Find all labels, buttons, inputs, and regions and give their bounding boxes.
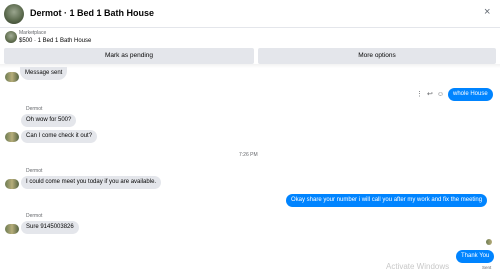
close-icon[interactable]: ×: [484, 6, 490, 18]
listing-summary[interactable]: Marketplace $500 · 1 Bed 1 Bath House: [0, 29, 500, 49]
read-receipt-avatar: [486, 239, 492, 245]
message-bubble-outgoing[interactable]: Thank You: [456, 250, 495, 263]
scroll-shadow: [0, 64, 500, 68]
listing-actions: Mark as pending More options: [0, 48, 500, 64]
more-options-button[interactable]: More options: [258, 48, 496, 64]
sender-avatar[interactable]: [5, 224, 19, 234]
activate-windows-watermark: Activate Windows: [386, 262, 450, 271]
sender-avatar[interactable]: [5, 72, 19, 82]
message-thread[interactable]: Message sent ⋮ ↩ ☺ whole House Dermot Oh w…: [0, 64, 500, 272]
message-bubble-incoming[interactable]: Oh wow for 500?: [21, 114, 77, 127]
mark-as-pending-button[interactable]: Mark as pending: [4, 48, 254, 64]
contact-avatar[interactable]: [4, 4, 24, 24]
message-bubble-incoming[interactable]: Can I come check it out?: [21, 130, 98, 143]
listing-source: Marketplace: [19, 30, 47, 36]
sent-status: Sent: [482, 265, 492, 270]
sender-avatar[interactable]: [5, 179, 19, 189]
message-timestamp: 7:26 PM: [239, 152, 258, 158]
conversation-title[interactable]: Dermot · 1 Bed 1 Bath House: [30, 8, 154, 18]
sender-name: Dermot: [26, 168, 43, 174]
react-icon[interactable]: ☺: [437, 91, 444, 98]
message-tools: ⋮ ↩ ☺: [416, 90, 448, 98]
message-bubble-outgoing[interactable]: Okay share your number i will call you a…: [286, 194, 488, 207]
listing-price-title: $500 · 1 Bed 1 Bath House: [19, 38, 92, 44]
chat-header: Dermot · 1 Bed 1 Bath House ×: [0, 0, 500, 28]
message-bubble-outgoing[interactable]: whole House: [448, 88, 493, 101]
message-bubble-incoming[interactable]: Message sent: [20, 67, 68, 80]
reply-icon[interactable]: ↩: [427, 91, 433, 98]
sender-name: Dermot: [26, 213, 43, 219]
message-bubble-incoming[interactable]: Sure 9145003826: [21, 221, 79, 234]
more-actions-icon[interactable]: ⋮: [416, 91, 423, 98]
sender-name: Dermot: [26, 106, 43, 112]
listing-thumbnail: [5, 31, 17, 43]
sender-avatar[interactable]: [5, 132, 19, 142]
message-bubble-incoming[interactable]: I could come meet you today if you are a…: [21, 176, 162, 189]
